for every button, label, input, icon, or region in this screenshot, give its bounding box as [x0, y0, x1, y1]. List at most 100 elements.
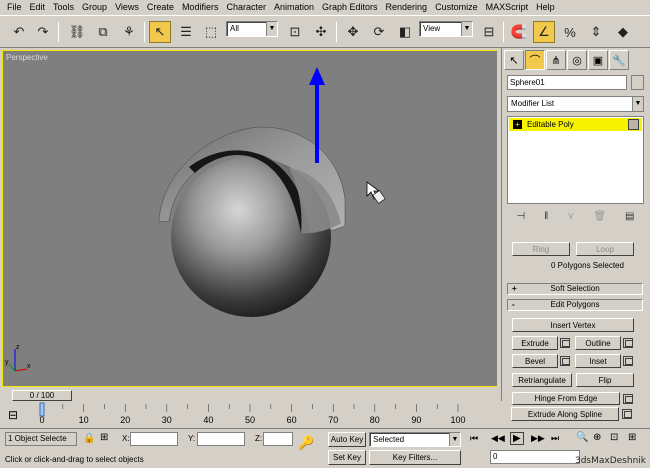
selection-filter-value: All [230, 24, 239, 33]
reference-coordinate-dropdown[interactable]: View ▼ [419, 21, 473, 37]
track-bar[interactable]: ⊟ 0 10 20 30 40 50 60 70 80 90 100 [0, 402, 501, 428]
configure-modifier-sets-icon[interactable]: ▤ [625, 211, 634, 222]
menu-item-tools[interactable]: Tools [49, 0, 78, 15]
next-frame-icon[interactable]: ▶▶ [531, 433, 545, 444]
outline-button[interactable]: Outline [575, 336, 621, 350]
bevel-settings-icon[interactable] [560, 356, 570, 366]
menu-item-character[interactable]: Character [222, 0, 270, 15]
time-slider[interactable]: 0 / 100 [12, 390, 72, 401]
go-to-start-icon[interactable]: ⏮ [470, 433, 478, 444]
motion-tab-icon[interactable]: ◎ [567, 50, 587, 70]
menu-item-customize[interactable]: Customize [431, 0, 482, 15]
extrude-settings-icon[interactable] [560, 338, 570, 348]
toolbar-separator [58, 22, 59, 42]
hinge-from-edge-button[interactable]: Hinge From Edge [512, 392, 620, 405]
spinner-snap-icon[interactable]: ⇕ [585, 21, 607, 43]
menu-item-maxscript[interactable]: MAXScript [482, 0, 533, 15]
selection-filter-dropdown[interactable]: All ▼ [226, 21, 278, 37]
pivot-center-icon[interactable]: ⊟ [478, 21, 500, 43]
scale-icon[interactable]: ◧ [394, 21, 416, 43]
unlink-icon[interactable]: ⧉ [92, 21, 114, 43]
hierarchy-tab-icon[interactable]: ⋔ [546, 50, 566, 70]
window-crossing-icon[interactable]: ⊡ [284, 21, 306, 43]
zoom-icon[interactable]: 🔍 [576, 432, 588, 443]
set-key-button[interactable]: Set Key [328, 450, 366, 465]
object-name-field[interactable]: Sphere01 [507, 75, 627, 90]
rectangular-selection-icon[interactable]: ⬚ [200, 21, 222, 43]
menu-item-create[interactable]: Create [143, 0, 178, 15]
y-coordinate-field[interactable] [197, 432, 245, 446]
bind-space-warp-icon[interactable]: ⚘ [118, 21, 140, 43]
display-tab-icon[interactable]: ▣ [588, 50, 608, 70]
create-tab-icon[interactable]: ↖ [504, 50, 524, 70]
select-by-name-icon[interactable]: ☰ [175, 21, 197, 43]
move-icon[interactable]: ✥ [342, 21, 364, 43]
ruler-tick-label: 60 [287, 415, 297, 425]
key-icon[interactable]: 🔑 [298, 435, 314, 451]
inset-settings-icon[interactable] [623, 356, 633, 366]
key-filters-button[interactable]: Key Filters... [369, 450, 461, 465]
percent-snap-icon[interactable]: % [559, 21, 581, 43]
angle-snap-icon[interactable]: ∠ [533, 21, 555, 43]
menu-item-help[interactable]: Help [532, 0, 559, 15]
auto-key-button[interactable]: Auto Key [328, 432, 366, 447]
x-label: X: [122, 434, 130, 443]
loop-button[interactable]: Loop [576, 242, 634, 256]
snaps-toggle-icon[interactable]: 🧲 [508, 21, 530, 43]
modify-tab-icon[interactable]: ⌒ [525, 50, 545, 70]
play-icon[interactable]: ▶ [510, 432, 524, 445]
flip-button[interactable]: Flip [576, 373, 634, 387]
expand-icon[interactable]: + [513, 120, 522, 129]
zoom-all-icon[interactable]: ⊕ [593, 432, 601, 443]
z-coordinate-field[interactable] [263, 432, 293, 446]
menu-item-group[interactable]: Group [78, 0, 111, 15]
bevel-button[interactable]: Bevel [512, 354, 558, 368]
select-and-move-icon[interactable]: ✣ [310, 21, 332, 43]
menu-item-graph-editors[interactable]: Graph Editors [318, 0, 382, 15]
menu-item-edit[interactable]: Edit [26, 0, 50, 15]
menu-item-views[interactable]: Views [111, 0, 143, 15]
extrude-button[interactable]: Extrude [512, 336, 558, 350]
select-object-icon[interactable]: ↖ [149, 21, 171, 43]
key-mode-dropdown[interactable]: Selected ▼ [369, 432, 461, 447]
modifier-stack: + Editable Poly [507, 116, 644, 204]
inset-button[interactable]: Inset [575, 354, 621, 368]
rotate-icon[interactable]: ⟳ [368, 21, 390, 43]
zoom-extents-all-icon[interactable]: ⊞ [628, 432, 636, 443]
menu-item-animation[interactable]: Animation [270, 0, 318, 15]
undo-icon[interactable]: ↶ [8, 21, 30, 43]
soft-selection-rollout[interactable]: + Soft Selection [507, 283, 643, 295]
lock-icon[interactable]: 🔒 [83, 433, 95, 444]
retriangulate-button[interactable]: Retriangulate [512, 373, 572, 387]
extrude-along-spline-settings-icon[interactable] [622, 409, 632, 419]
object-color-swatch[interactable] [631, 75, 644, 90]
absolute-mode-icon[interactable]: ⊞ [100, 432, 108, 443]
current-frame-field[interactable]: 0 [490, 450, 580, 464]
edit-polygons-rollout[interactable]: - Edit Polygons [507, 299, 643, 311]
selection-count: 1 Object Selecte [5, 432, 77, 446]
remove-modifier-icon[interactable]: 🗑 [593, 211, 606, 222]
menu-item-modifiers[interactable]: Modifiers [178, 0, 223, 15]
select-and-link-icon[interactable]: ⛓ [66, 21, 88, 43]
zoom-extents-icon[interactable]: ⊡ [610, 432, 618, 443]
menu-item-rendering[interactable]: Rendering [382, 0, 432, 15]
stack-item-toggle[interactable] [628, 119, 639, 130]
ring-button[interactable]: Ring [512, 242, 570, 256]
material-editor-icon[interactable]: ◆ [612, 21, 634, 43]
menu-item-file[interactable]: File [3, 0, 26, 15]
modifier-list-dropdown[interactable]: Modifier List ▼ [507, 96, 644, 112]
utilities-tab-icon[interactable]: 🔧 [609, 50, 629, 70]
insert-vertex-button[interactable]: Insert Vertex [512, 318, 634, 332]
x-coordinate-field[interactable] [130, 432, 178, 446]
outline-settings-icon[interactable] [623, 338, 633, 348]
previous-frame-icon[interactable]: ◀◀ [491, 433, 505, 444]
redo-icon[interactable]: ↷ [32, 21, 54, 43]
make-unique-icon[interactable]: ⋎ [567, 211, 574, 222]
pin-stack-icon[interactable]: ⊣ [516, 211, 525, 222]
hinge-settings-icon[interactable] [623, 394, 633, 404]
stack-item-editable-poly[interactable]: + Editable Poly [509, 118, 642, 131]
go-to-end-icon[interactable]: ⏭ [551, 433, 559, 444]
perspective-viewport[interactable]: Perspective z y x [2, 50, 498, 387]
extrude-along-spline-button[interactable]: Extrude Along Spline [511, 407, 619, 421]
show-end-result-icon[interactable]: ‖ [544, 211, 548, 222]
